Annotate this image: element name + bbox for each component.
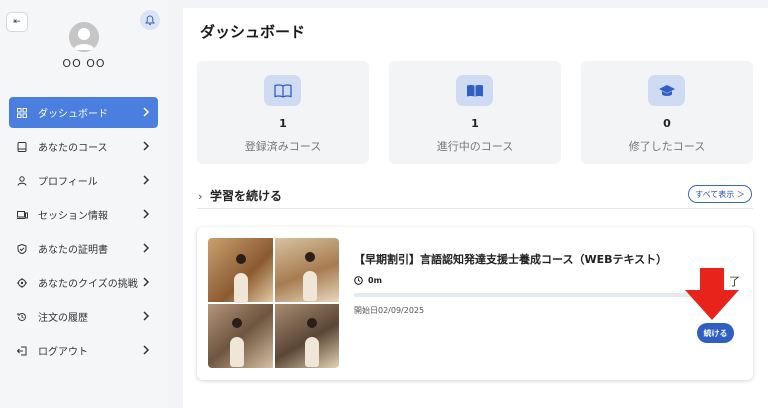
- course-time-value: 0m: [368, 276, 382, 285]
- clock-icon: [354, 276, 363, 285]
- graduation-cap-icon: [648, 75, 685, 106]
- user-avatar-icon: [69, 22, 99, 52]
- continue-learning-heading: 学習を続ける: [210, 189, 283, 203]
- target-icon: [16, 277, 28, 289]
- sidebar-item-label: セッション情報: [38, 211, 108, 222]
- chevron-right-icon: [143, 277, 150, 287]
- chevron-right-icon: [143, 243, 150, 253]
- filled-book-icon: [456, 75, 493, 106]
- sidebar-item-label: 注文の履歴: [38, 313, 88, 324]
- history-icon: [16, 311, 28, 323]
- course-title[interactable]: 【早期割引】言語認知発達支援士養成コース（WEBテキスト）: [354, 251, 667, 267]
- sidebar-item-courses[interactable]: あなたのコース: [9, 131, 158, 162]
- stat-card-enrolled: 1 登録済みコース: [197, 61, 369, 164]
- sidebar-nav: ダッシュボード あなたのコース プロフィール セッション情報 あなたの証明書 あ…: [9, 97, 158, 369]
- continue-button[interactable]: 続ける: [697, 323, 734, 343]
- notification-button[interactable]: [140, 10, 160, 30]
- sidebar-item-label: あなたのコース: [38, 143, 108, 154]
- sidebar-item-label: ログアウト: [38, 347, 88, 358]
- collapse-left-icon: ⇤: [13, 17, 21, 27]
- bell-icon: [145, 14, 155, 25]
- stat-value: 1: [471, 117, 479, 130]
- logout-icon: [16, 345, 28, 357]
- chevron-right-icon: [143, 209, 150, 219]
- stat-card-completed: 0 修了したコース: [581, 61, 753, 164]
- avatar[interactable]: [69, 22, 99, 52]
- sidebar: ⇤ OO OO ダッシュボード あなたのコース プロフィール セッション情報 あ…: [0, 0, 168, 408]
- course-start-date: 開始日02/09/2025: [354, 306, 425, 315]
- stat-label: 修了したコース: [628, 140, 706, 153]
- username: OO OO: [62, 57, 106, 70]
- chevron-right-icon: ›: [198, 190, 203, 203]
- divider: [197, 208, 753, 209]
- stat-value: 1: [279, 117, 287, 130]
- course-thumbnail: [208, 238, 339, 368]
- main-content: ダッシュボード 1 登録済みコース 1 進行中のコース 0 修了したコース › …: [183, 8, 768, 408]
- grid-icon: [16, 107, 28, 119]
- stat-label: 登録済みコース: [244, 140, 322, 153]
- course-card[interactable]: 【早期割引】言語認知発達支援士養成コース（WEBテキスト） 0m 開始日02/0…: [197, 227, 753, 380]
- sidebar-item-quiz-attempts[interactable]: あなたのクイズの挑戦: [9, 267, 158, 298]
- devices-icon: [16, 209, 28, 221]
- stat-value: 0: [663, 117, 671, 130]
- chevron-right-icon: [143, 141, 150, 151]
- sidebar-item-sessions[interactable]: セッション情報: [9, 199, 158, 230]
- sidebar-item-order-history[interactable]: 注文の履歴: [9, 301, 158, 332]
- chevron-right-icon: [143, 311, 150, 321]
- user-icon: [16, 175, 28, 187]
- chevron-right-icon: [143, 107, 150, 117]
- stat-card-in-progress: 1 進行中のコース: [389, 61, 561, 164]
- chevron-right-icon: [143, 345, 150, 355]
- sidebar-item-dashboard[interactable]: ダッシュボード: [9, 97, 158, 128]
- sidebar-item-label: プロフィール: [38, 177, 98, 188]
- book-icon: [16, 141, 28, 153]
- shield-check-icon: [16, 243, 28, 255]
- sidebar-item-label: あなたのクイズの挑戦: [38, 279, 138, 290]
- sidebar-item-profile[interactable]: プロフィール: [9, 165, 158, 196]
- course-progress-bar: [354, 293, 734, 297]
- sidebar-item-label: あなたの証明書: [38, 245, 108, 256]
- chevron-right-icon: [143, 175, 150, 185]
- red-arrow-annotation: [685, 268, 739, 320]
- open-book-icon: [264, 75, 301, 106]
- page-title: ダッシュボード: [200, 23, 306, 41]
- sidebar-item-label: ダッシュボード: [38, 109, 108, 120]
- stat-label: 進行中のコース: [436, 140, 514, 153]
- sidebar-item-certificates[interactable]: あなたの証明書: [9, 233, 158, 264]
- see-all-button[interactable]: すべて表示 ＞: [688, 185, 752, 203]
- course-time: 0m: [354, 276, 382, 285]
- collapse-sidebar-button[interactable]: ⇤: [6, 12, 28, 32]
- sidebar-item-logout[interactable]: ログアウト: [9, 335, 158, 366]
